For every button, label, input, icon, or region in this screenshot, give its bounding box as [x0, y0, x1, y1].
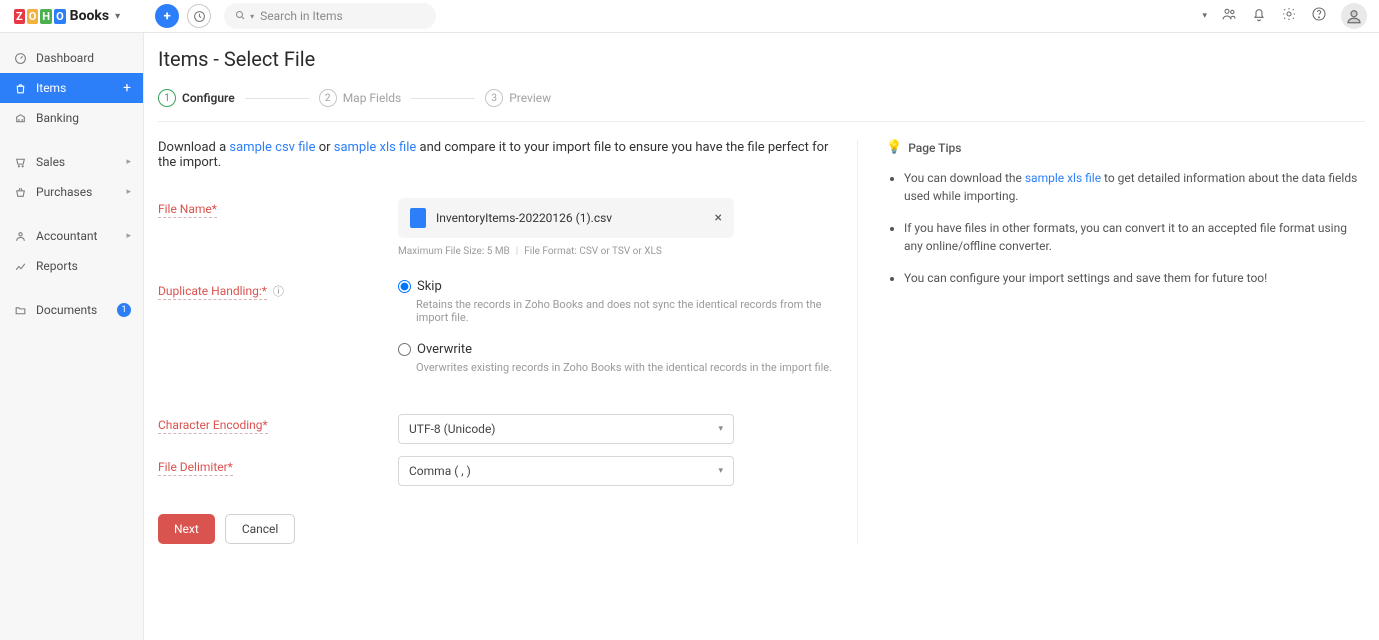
- sidebar-item-label: Banking: [36, 111, 79, 125]
- main-content: Items - Select File 1Configure 2Map Fiel…: [144, 33, 1379, 640]
- folder-icon: [12, 304, 28, 317]
- help-icon[interactable]: [1311, 6, 1327, 26]
- user-icon: [12, 230, 28, 243]
- delimiter-select[interactable]: Comma ( , ) ▾: [398, 456, 734, 486]
- sample-xls-link[interactable]: sample xls file: [334, 140, 417, 155]
- basket-icon: [12, 186, 28, 199]
- sidebar-item-label: Reports: [36, 259, 78, 273]
- chart-icon: [12, 260, 28, 273]
- page-tips-panel: 💡 Page Tips You can download the sample …: [886, 140, 1365, 544]
- sidebar-item-dashboard[interactable]: Dashboard: [0, 43, 143, 73]
- chevron-down-icon[interactable]: ▾: [250, 12, 254, 21]
- sidebar-item-label: Dashboard: [36, 51, 94, 65]
- step-preview[interactable]: 3Preview: [485, 89, 551, 107]
- search-input[interactable]: ▾ Search in Items: [224, 3, 436, 29]
- app-logo[interactable]: ZOHO Books ▾: [12, 8, 120, 24]
- page-tips-heading: Page Tips: [908, 141, 961, 155]
- file-name-label: File Name*: [158, 198, 398, 257]
- info-icon[interactable]: ⓘ: [273, 285, 284, 298]
- sidebar-item-label: Accountant: [36, 229, 97, 243]
- step-map-fields[interactable]: 2Map Fields: [319, 89, 402, 107]
- sidebar-item-label: Purchases: [36, 185, 92, 199]
- remove-file-button[interactable]: ×: [715, 210, 722, 226]
- sidebar-item-banking[interactable]: Banking: [0, 103, 143, 133]
- chevron-down-icon[interactable]: ▾: [115, 11, 120, 22]
- uploaded-file: InventoryItems-20220126 (1).csv ×: [398, 198, 734, 238]
- dup-over-desc: Overwrites existing records in Zoho Book…: [416, 361, 833, 374]
- delimiter-label: File Delimiter*: [158, 456, 398, 486]
- file-meta: Maximum File Size: 5 MB|File Format: CSV…: [398, 246, 833, 257]
- bag-icon: [12, 82, 28, 95]
- chevron-down-icon: ▾: [1202, 11, 1207, 21]
- encoding-label: Character Encoding*: [158, 414, 398, 444]
- sidebar-item-reports[interactable]: Reports: [0, 251, 143, 281]
- chevron-right-icon: ▸: [126, 157, 131, 167]
- chevron-down-icon: ▾: [718, 466, 723, 476]
- tip-item: You can configure your import settings a…: [904, 269, 1365, 287]
- sidebar: Dashboard Items + Banking Sales ▸ Purcha…: [0, 33, 144, 640]
- gear-icon[interactable]: [1281, 6, 1297, 26]
- file-icon: [410, 208, 426, 228]
- wizard-steps: 1Configure 2Map Fields 3Preview: [158, 89, 1365, 107]
- cart-icon: [12, 156, 28, 169]
- dup-skip-radio[interactable]: Skip: [398, 279, 833, 294]
- sidebar-item-sales[interactable]: Sales ▸: [0, 147, 143, 177]
- plus-icon[interactable]: +: [123, 80, 131, 96]
- badge: 1: [117, 303, 131, 317]
- chevron-right-icon: ▸: [126, 231, 131, 241]
- sidebar-item-documents[interactable]: Documents 1: [0, 295, 143, 325]
- sidebar-item-label: Items: [36, 81, 66, 95]
- dup-overwrite-radio[interactable]: Overwrite: [398, 342, 833, 357]
- quick-add-button[interactable]: +: [154, 3, 180, 29]
- chevron-right-icon: ▸: [126, 187, 131, 197]
- tip-item: If you have files in other formats, you …: [904, 219, 1365, 255]
- refer-icon[interactable]: [1221, 6, 1237, 26]
- org-selector[interactable]: ▾: [1198, 11, 1207, 21]
- sample-csv-link[interactable]: sample csv file: [229, 140, 315, 155]
- sidebar-item-items[interactable]: Items +: [0, 73, 143, 103]
- dashboard-icon: [12, 52, 28, 65]
- dup-skip-desc: Retains the records in Zoho Books and do…: [416, 298, 833, 324]
- recent-button[interactable]: [186, 3, 212, 29]
- sidebar-item-accountant[interactable]: Accountant ▸: [0, 221, 143, 251]
- avatar[interactable]: [1341, 3, 1367, 29]
- top-bar: ZOHO Books ▾ + ▾ Search in Items ▾: [0, 0, 1379, 33]
- chevron-down-icon: ▾: [718, 424, 723, 434]
- sidebar-item-label: Sales: [36, 155, 65, 169]
- next-button[interactable]: Next: [158, 514, 215, 544]
- sidebar-item-purchases[interactable]: Purchases ▸: [0, 177, 143, 207]
- step-configure[interactable]: 1Configure: [158, 89, 235, 107]
- uploaded-file-name: InventoryItems-20220126 (1).csv: [436, 211, 612, 225]
- tip-item: You can download the sample xls file to …: [904, 169, 1365, 205]
- cancel-button[interactable]: Cancel: [225, 514, 296, 544]
- tip-sample-xls-link[interactable]: sample xls file: [1025, 171, 1101, 185]
- sidebar-item-label: Documents: [36, 303, 97, 317]
- dup-handling-label: Duplicate Handling:* ⓘ: [158, 279, 398, 392]
- bank-icon: [12, 112, 28, 125]
- app-name: Books: [70, 8, 109, 24]
- intro-text: Download a sample csv file or sample xls…: [158, 140, 833, 170]
- bulb-icon: 💡: [886, 140, 902, 155]
- encoding-select[interactable]: UTF-8 (Unicode) ▾: [398, 414, 734, 444]
- search-icon: [234, 9, 246, 24]
- bell-icon[interactable]: [1251, 6, 1267, 26]
- search-placeholder: Search in Items: [260, 9, 343, 23]
- page-title: Items - Select File: [158, 47, 1365, 71]
